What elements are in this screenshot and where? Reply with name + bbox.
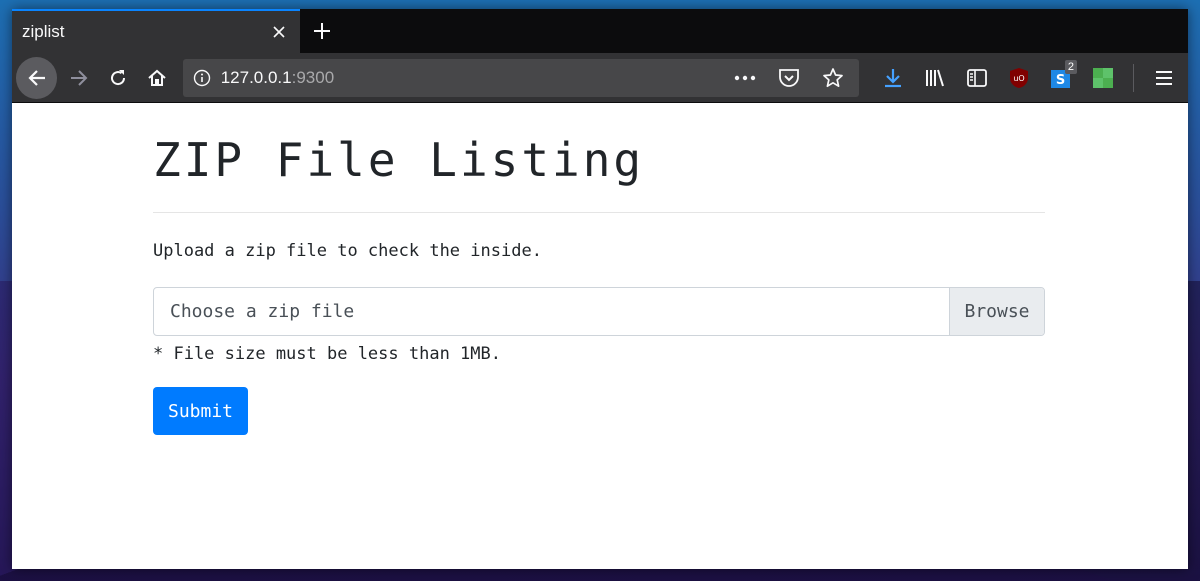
ublock-extension-button[interactable]: uO: [999, 58, 1039, 98]
extension-badge: 2: [1064, 59, 1077, 74]
download-icon: [885, 68, 901, 87]
svg-text:uO: uO: [1013, 74, 1024, 83]
page-title: ZIP File Listing: [153, 133, 645, 187]
url-port: :9300: [291, 67, 335, 87]
page-container: ZIP File Listing Upload a zip file to ch…: [153, 104, 1045, 435]
ublock-icon: uO: [1010, 67, 1028, 88]
close-icon[interactable]: [268, 21, 290, 43]
back-arrow-icon: [28, 69, 45, 86]
star-icon: [823, 67, 843, 87]
title-divider: [153, 212, 1045, 213]
more-icon: [734, 75, 756, 80]
downloads-button[interactable]: [873, 58, 913, 98]
library-icon: [926, 69, 944, 86]
new-tab-button[interactable]: [300, 9, 344, 53]
browser-window: ziplist 127.0.0.1:9300 uO S 2 ZIP File L…: [12, 9, 1188, 569]
sidebar-icon: [967, 68, 987, 87]
page-actions-button[interactable]: [725, 58, 765, 98]
svg-text:S: S: [1056, 73, 1065, 88]
menu-icon: [1156, 70, 1172, 85]
sidebar-button[interactable]: [957, 58, 997, 98]
submit-button[interactable]: Submit: [153, 387, 248, 435]
info-icon[interactable]: [193, 69, 211, 87]
extension-green-button[interactable]: [1083, 58, 1123, 98]
reload-button[interactable]: [98, 58, 137, 98]
back-button[interactable]: [16, 56, 58, 99]
file-input[interactable]: Choose a zip file Browse: [153, 287, 1045, 336]
extension-s-button[interactable]: S 2: [1041, 58, 1081, 98]
forward-arrow-icon: [70, 69, 88, 86]
intro-text: Upload a zip file to check the inside.: [153, 241, 542, 261]
web-page: ZIP File Listing Upload a zip file to ch…: [12, 104, 1188, 569]
plus-icon: [314, 23, 330, 39]
file-size-note: * File size must be less than 1MB.: [153, 344, 501, 364]
toolbar-separator: [1133, 63, 1134, 92]
tab-title: ziplist: [22, 22, 65, 41]
library-button[interactable]: [915, 58, 955, 98]
url-text[interactable]: 127.0.0.1:9300: [221, 68, 725, 88]
browse-button[interactable]: Browse: [949, 288, 1044, 335]
forward-button[interactable]: [59, 58, 98, 98]
home-button[interactable]: [138, 58, 177, 98]
url-host: 127.0.0.1: [220, 67, 292, 87]
pocket-button[interactable]: [769, 58, 809, 98]
tab-strip: ziplist: [12, 9, 1188, 53]
url-bar[interactable]: 127.0.0.1:9300: [182, 58, 859, 98]
extension-green-icon: [1093, 67, 1113, 88]
navigation-toolbar: 127.0.0.1:9300 uO S 2: [12, 53, 1188, 103]
reload-icon: [110, 69, 125, 85]
file-input-label[interactable]: Choose a zip file: [154, 288, 949, 335]
bookmark-button[interactable]: [813, 58, 853, 98]
menu-button[interactable]: [1144, 58, 1184, 98]
home-icon: [148, 69, 166, 86]
pocket-icon: [779, 68, 799, 87]
tab-ziplist[interactable]: ziplist: [12, 9, 300, 53]
